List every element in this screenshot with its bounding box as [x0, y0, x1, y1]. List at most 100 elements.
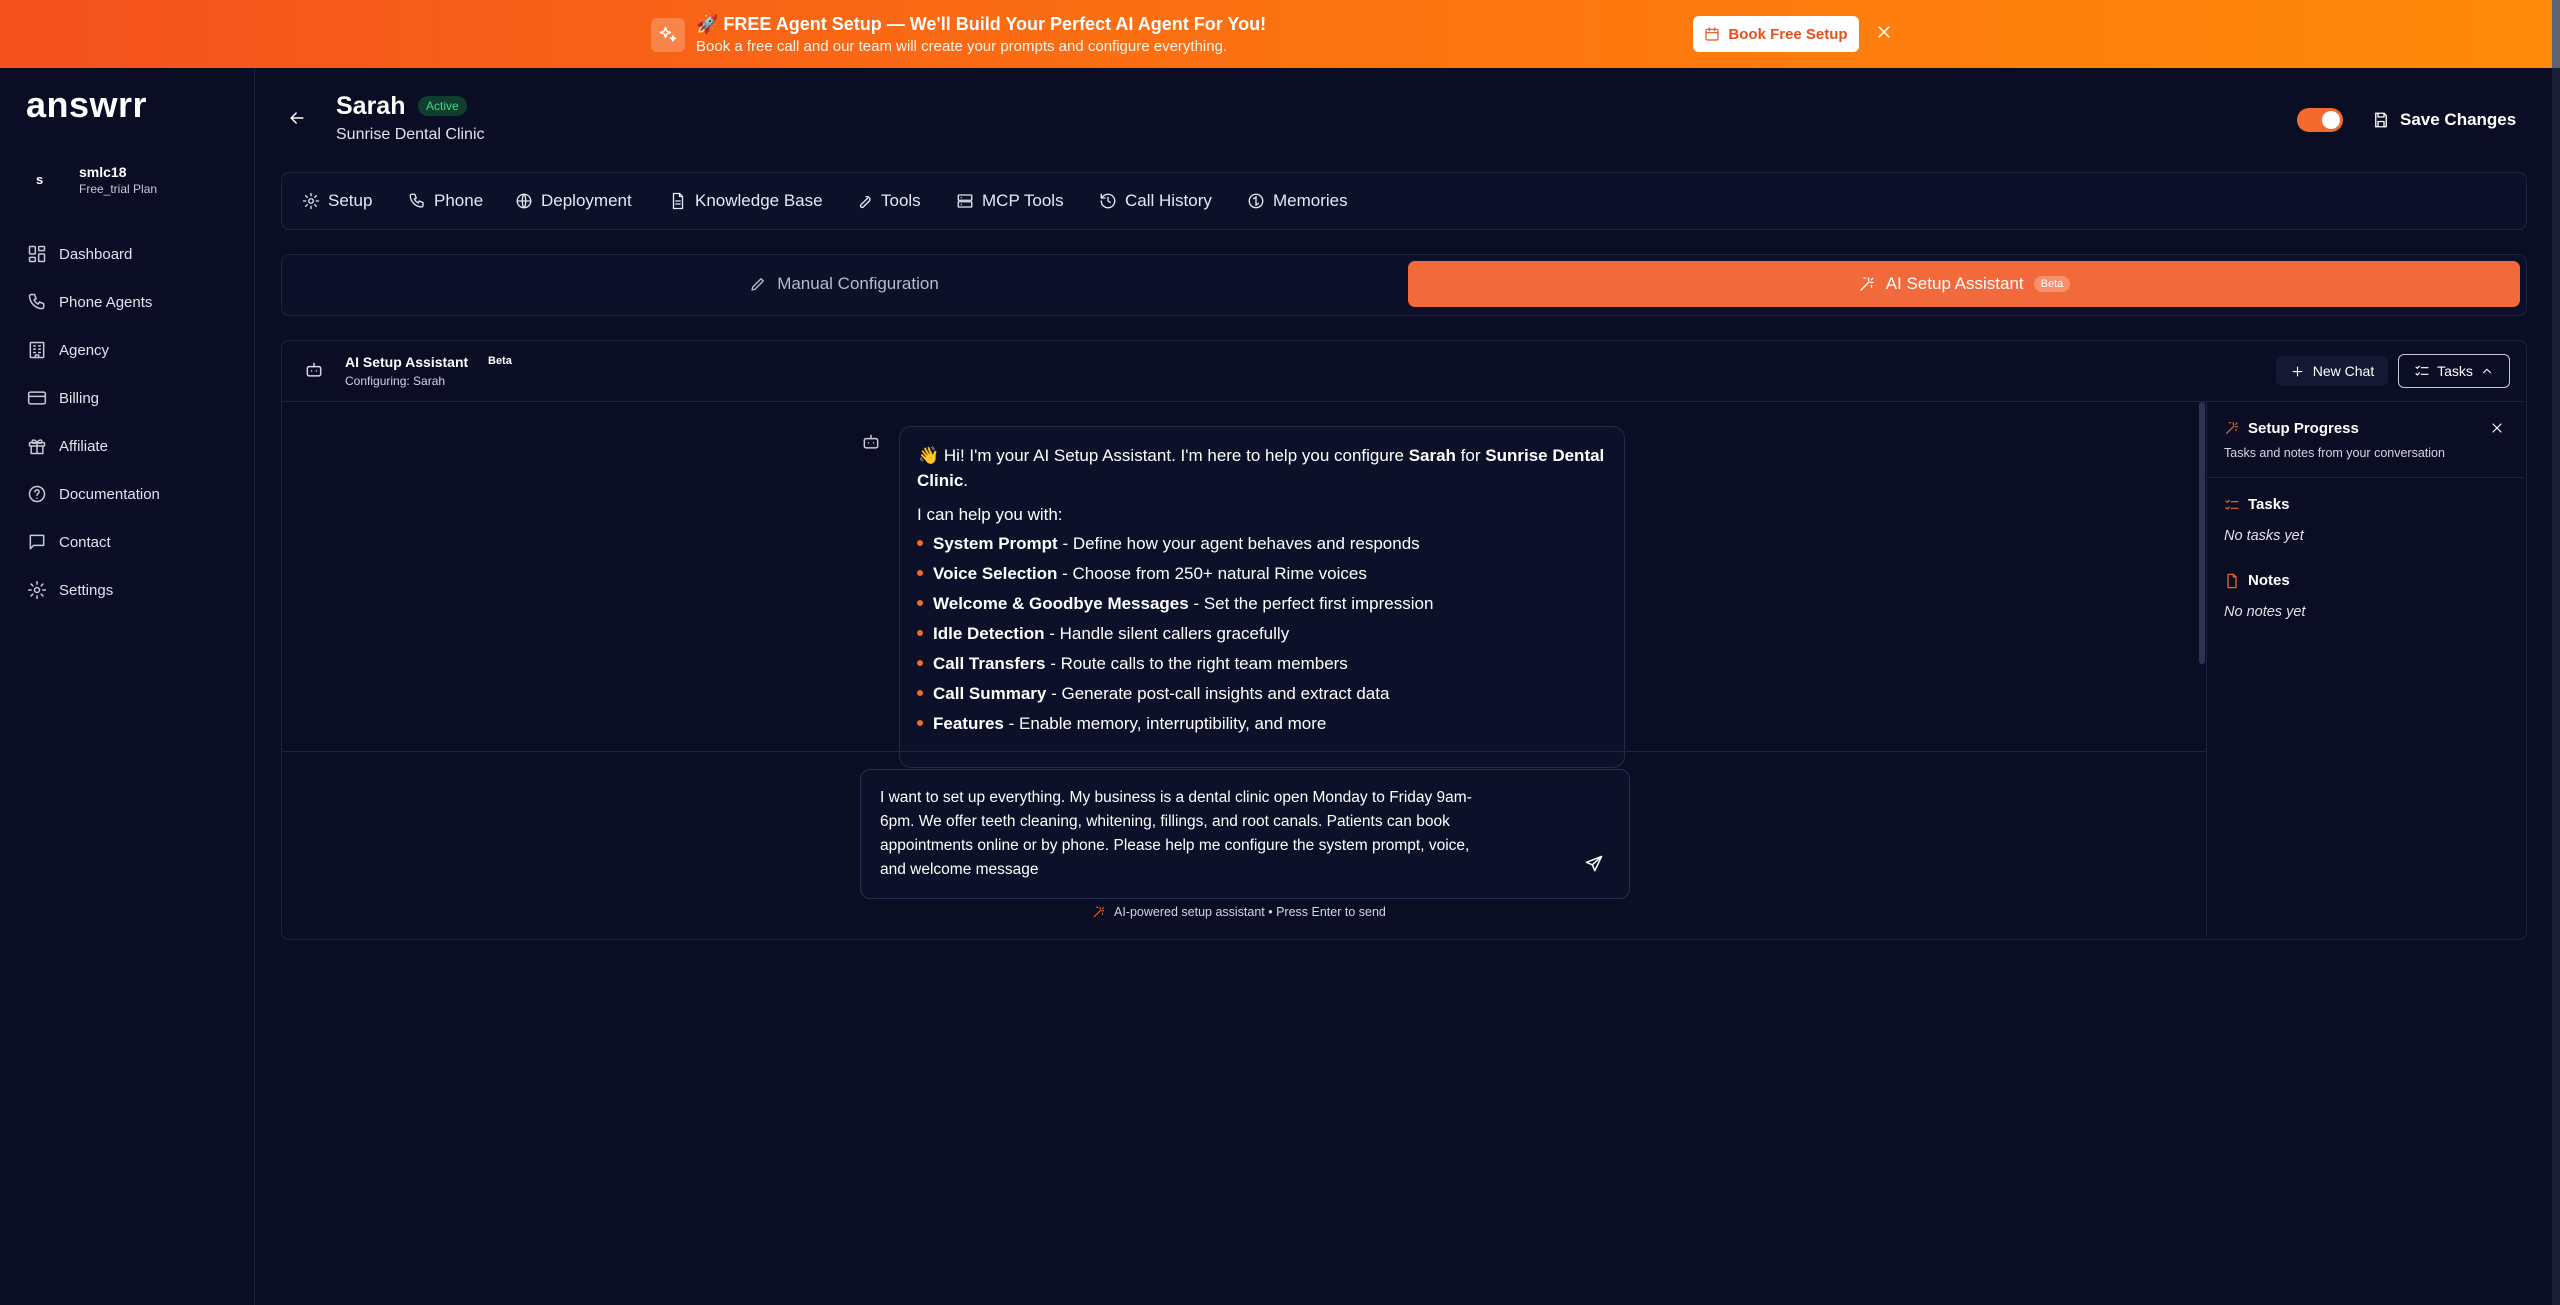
- manual-configuration-label: Manual Configuration: [777, 274, 939, 293]
- toggle-knob[interactable]: [2322, 111, 2340, 129]
- tab-memories[interactable]: Memories: [1247, 173, 1348, 229]
- chevron-up-icon: [2482, 368, 2491, 374]
- list-check-icon: [2224, 497, 2240, 513]
- tab-setup[interactable]: Setup: [302, 173, 372, 229]
- gear-icon: [27, 580, 47, 600]
- grid-icon: [27, 244, 47, 264]
- pencil-icon: [751, 278, 765, 291]
- ai-setup-assistant-tab[interactable]: AI Setup Assistant Beta: [1408, 261, 2520, 307]
- sidebar-item-billing[interactable]: Billing: [0, 379, 254, 419]
- app-logo[interactable]: answrr: [26, 84, 147, 126]
- tasks-heading: Tasks: [2248, 496, 2290, 513]
- sidebar-item-phone-agents[interactable]: Phone Agents: [0, 283, 254, 323]
- sidebar-item-label: Contact: [59, 534, 111, 551]
- list-check-icon: [2415, 365, 2429, 376]
- close-icon[interactable]: [2489, 420, 2505, 436]
- tab-label: Tools: [881, 191, 921, 210]
- notes-empty: No notes yet: [2224, 604, 2306, 620]
- tab-label: Phone: [434, 191, 484, 210]
- message-greeting-cont: Clinic.: [917, 471, 969, 490]
- gift-icon: [27, 436, 47, 456]
- sidebar-item-contact[interactable]: Contact: [0, 523, 254, 563]
- chat-input-value[interactable]: I want to set up everything. My business…: [880, 786, 1560, 882]
- save-changes-button[interactable]: Save Changes: [2372, 106, 2516, 134]
- tab-label: MCP Tools: [982, 191, 1064, 210]
- tab-deployment[interactable]: Deployment: [515, 173, 632, 229]
- globe-icon: [516, 193, 532, 209]
- sidebar-item-settings[interactable]: Settings: [0, 571, 254, 611]
- building-icon: [27, 340, 47, 360]
- page-scrollbar[interactable]: [2552, 0, 2560, 1305]
- tabs-bar: Setup Phone Deployment Knowledge Base To…: [281, 172, 2527, 230]
- notes-heading: Notes: [2248, 572, 2290, 589]
- tab-tools[interactable]: Tools: [855, 173, 921, 229]
- history-icon: [1100, 193, 1116, 209]
- tab-knowledge-base[interactable]: Knowledge Base: [669, 173, 823, 229]
- phone-icon: [409, 193, 424, 208]
- back-arrow-icon[interactable]: [287, 108, 307, 128]
- plus-icon: [2292, 366, 2303, 376]
- book-free-setup-button[interactable]: Book Free Setup: [1693, 16, 1859, 52]
- message-help-intro: I can help you with:: [917, 505, 1063, 524]
- sidebar-item-affiliate[interactable]: Affiliate: [0, 427, 254, 467]
- feature-item: Welcome & Goodbye Messages - Set the per…: [917, 594, 1433, 618]
- credit-card-icon: [27, 388, 47, 408]
- page-scrollbar-thumb[interactable]: [2552, 0, 2560, 68]
- messages-scrollbar[interactable]: [2199, 402, 2205, 664]
- feature-item: Voice Selection - Choose from 250+ natur…: [917, 564, 1367, 588]
- input-hint: AI-powered setup assistant • Press Enter…: [1092, 905, 1386, 919]
- page-title: Sarah: [336, 92, 406, 120]
- calendar-icon: [1705, 27, 1720, 41]
- promo-banner: [0, 0, 2552, 68]
- tab-mcp-tools[interactable]: MCP Tools: [956, 173, 1064, 229]
- banner-subtitle: Book a free call and our team will creat…: [696, 38, 1228, 55]
- setup-progress-panel: [2206, 402, 2207, 937]
- status-badge: Active: [418, 96, 467, 116]
- sidebar-item-label: Affiliate: [59, 438, 108, 455]
- tab-label: Knowledge Base: [695, 191, 823, 210]
- banner-title: 🚀 FREE Agent Setup — We'll Build Your Pe…: [696, 14, 1267, 34]
- beta-badge: Beta: [488, 355, 512, 367]
- sidebar-item-documentation[interactable]: Documentation: [0, 475, 254, 515]
- sidebar-item-agency[interactable]: Agency: [0, 331, 254, 371]
- new-chat-label: New Chat: [2312, 363, 2375, 379]
- avatar[interactable]: s: [36, 172, 43, 187]
- beta-badge: Beta: [2033, 276, 2071, 292]
- message-icon: [27, 532, 47, 552]
- user-plan: Free_trial Plan: [79, 182, 158, 196]
- send-icon[interactable]: [1584, 854, 1604, 874]
- banner-close-icon[interactable]: [1874, 22, 1896, 44]
- sidebar-item-dashboard[interactable]: Dashboard: [0, 235, 254, 275]
- feature-item: Call Summary - Generate post-call insigh…: [917, 684, 1389, 708]
- feature-item: System Prompt - Define how your agent be…: [917, 534, 1420, 558]
- sidebar-item-label: Phone Agents: [59, 294, 153, 311]
- save-icon: [2375, 112, 2387, 128]
- tasks-toggle-button[interactable]: Tasks: [2398, 354, 2510, 388]
- phone-icon: [27, 292, 47, 312]
- divider: [2207, 477, 2524, 478]
- tab-label: Setup: [328, 191, 373, 210]
- magic-wand-icon: [2224, 420, 2240, 436]
- tab-label: Call History: [1125, 191, 1212, 210]
- feature-item: Features - Enable memory, interruptibili…: [917, 714, 1326, 738]
- ai-setup-assistant-label: AI Setup Assistant: [1885, 274, 2024, 293]
- bot-icon: [304, 360, 324, 380]
- tab-label: Memories: [1273, 191, 1348, 210]
- tab-call-history[interactable]: Call History: [1099, 173, 1212, 229]
- sidebar: answrr s smlc18 Free_trial Plan Dashboar…: [0, 68, 255, 1305]
- magic-wand-icon: [1093, 906, 1105, 918]
- agent-business: Sunrise Dental Clinic: [336, 126, 485, 143]
- server-icon: [957, 194, 973, 208]
- tab-phone[interactable]: Phone: [408, 173, 483, 229]
- file-icon: [2224, 573, 2240, 589]
- sidebar-item-label: Agency: [59, 342, 110, 359]
- manual-configuration-tab[interactable]: Manual Configuration: [286, 261, 1402, 307]
- user-name: smlc18: [79, 164, 127, 180]
- sparkles-icon: [651, 18, 685, 52]
- bot-icon: [861, 432, 881, 452]
- waving-hand-icon: 👋: [918, 446, 944, 465]
- new-chat-button[interactable]: New Chat: [2276, 356, 2388, 386]
- divider: [282, 751, 2206, 752]
- sidebar-item-label: Dashboard: [59, 246, 133, 263]
- sidebar-item-label: Documentation: [59, 486, 160, 503]
